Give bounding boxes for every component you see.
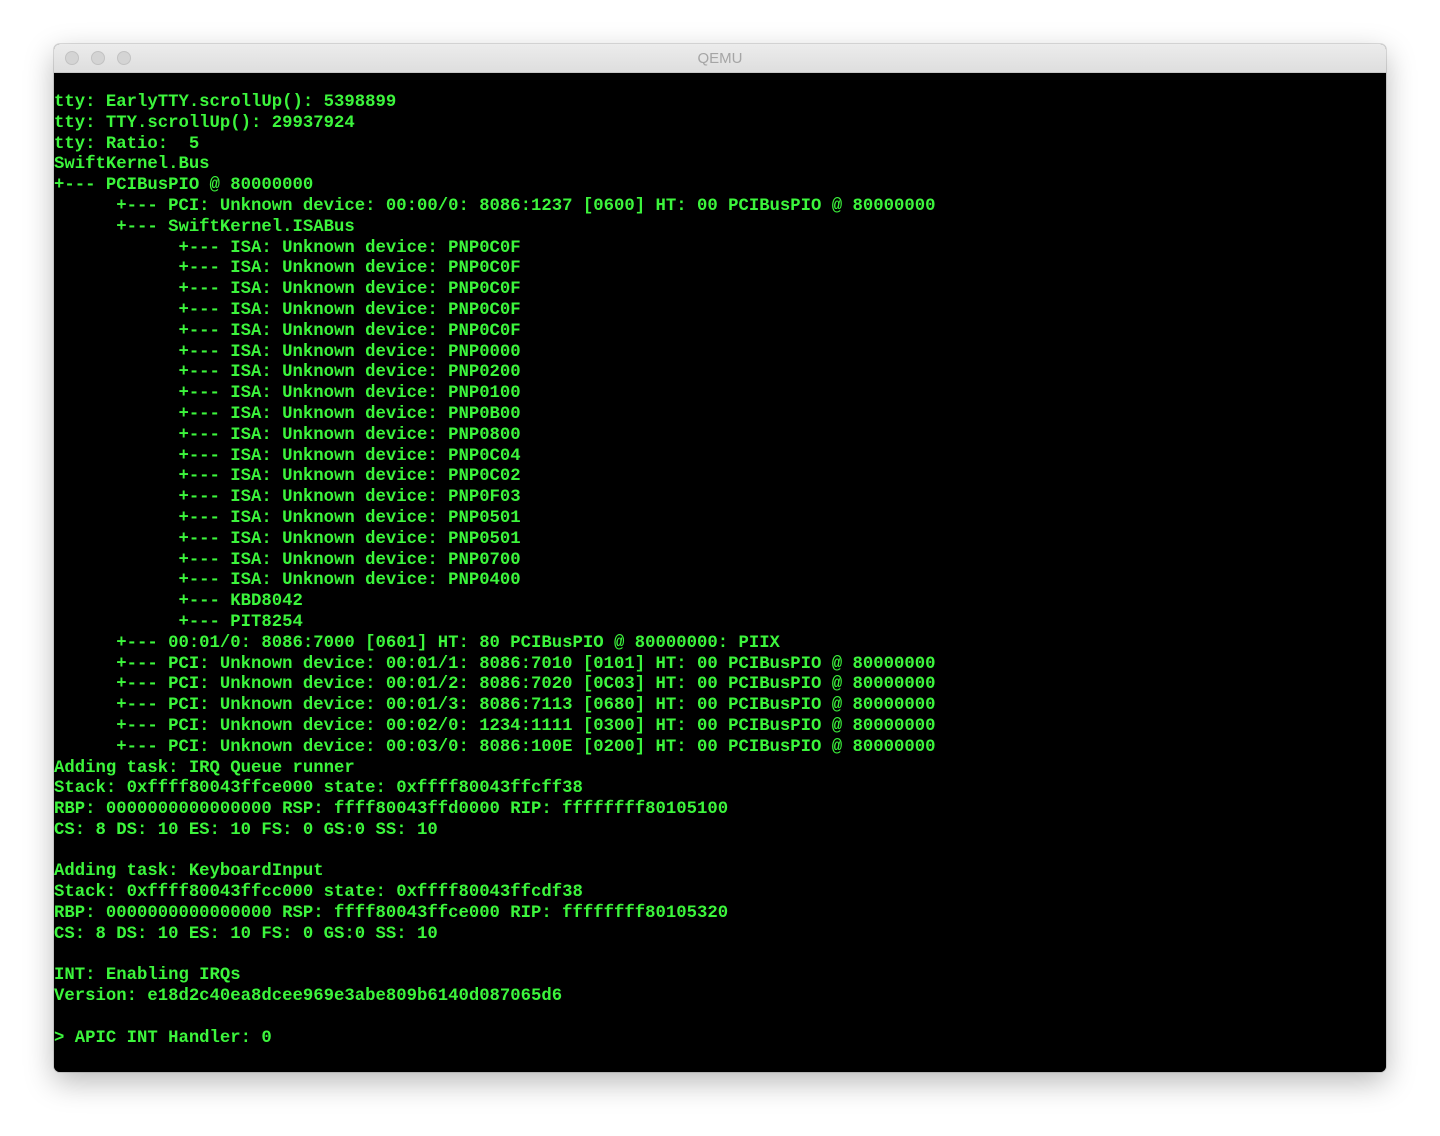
console-line: INT: Enabling IRQs xyxy=(54,966,241,986)
console-line: Stack: 0xffff80043ffce000 state: 0xffff8… xyxy=(54,779,583,799)
console-line: Stack: 0xffff80043ffcc000 state: 0xffff8… xyxy=(54,883,583,903)
console-line: > APIC INT Handler: 0 xyxy=(54,1028,272,1048)
console-line: +--- ISA: Unknown device: PNP0800 xyxy=(54,425,521,445)
console-line: +--- KBD8042 xyxy=(54,592,303,612)
emulator-screen[interactable]: tty: EarlyTTY.scrollUp(): 5398899 tty: TT… xyxy=(54,73,1386,1072)
console-line: +--- PCI: Unknown device: 00:02/0: 1234:… xyxy=(54,716,936,736)
console-line: Adding task: IRQ Queue runner xyxy=(54,758,355,778)
console-line: +--- PCI: Unknown device: 00:01/1: 8086:… xyxy=(54,654,936,674)
console-line: RBP: 0000000000000000 RSP: ffff80043ffd0… xyxy=(54,800,729,820)
console-line: +--- PCI: Unknown device: 00:00/0: 8086:… xyxy=(54,196,936,216)
console-line: SwiftKernel.Bus xyxy=(54,155,210,175)
console-line: +--- ISA: Unknown device: PNP0200 xyxy=(54,363,521,383)
console-line: +--- ISA: Unknown device: PNP0100 xyxy=(54,384,521,404)
console-line: +--- ISA: Unknown device: PNP0700 xyxy=(54,550,521,570)
console-line: CS: 8 DS: 10 ES: 10 FS: 0 GS:0 SS: 10 xyxy=(54,924,438,944)
console-line: +--- ISA: Unknown device: PNP0C0F xyxy=(54,300,521,320)
console-line: +--- ISA: Unknown device: PNP0C0F xyxy=(54,321,521,341)
console-line: CS: 8 DS: 10 ES: 10 FS: 0 GS:0 SS: 10 xyxy=(54,820,438,840)
console-output: tty: EarlyTTY.scrollUp(): 5398899 tty: TT… xyxy=(54,93,936,1050)
console-line: Adding task: KeyboardInput xyxy=(54,862,324,882)
console-line: +--- ISA: Unknown device: PNP0000 xyxy=(54,342,521,362)
console-line: tty: Ratio: 5 xyxy=(54,134,200,154)
console-line: RBP: 0000000000000000 RSP: ffff80043ffce… xyxy=(54,904,729,924)
console-line: +--- 00:01/0: 8086:7000 [0601] HT: 80 PC… xyxy=(54,633,780,653)
qemu-window: QEMU tty: EarlyTTY.scrollUp(): 5398899 tt… xyxy=(54,44,1386,1072)
console-line: +--- PCI: Unknown device: 00:01/3: 8086:… xyxy=(54,696,936,716)
console-line: tty: TTY.scrollUp(): 29937924 xyxy=(54,113,355,133)
console-line: +--- PCI: Unknown device: 00:01/2: 8086:… xyxy=(54,675,936,695)
console-line: +--- ISA: Unknown device: PNP0501 xyxy=(54,529,521,549)
window-titlebar[interactable]: QEMU xyxy=(54,44,1386,73)
console-line: +--- SwiftKernel.ISABus xyxy=(54,217,355,237)
console-line: +--- ISA: Unknown device: PNP0C04 xyxy=(54,446,521,466)
console-line: +--- ISA: Unknown device: PNP0400 xyxy=(54,571,521,591)
console-line: +--- PCIBusPIO @ 80000000 xyxy=(54,176,314,196)
console-line: +--- ISA: Unknown device: PNP0B00 xyxy=(54,404,521,424)
console-line: +--- ISA: Unknown device: PNP0F03 xyxy=(54,488,521,508)
console-line: tty: EarlyTTY.scrollUp(): 5398899 xyxy=(54,93,397,112)
console-line: +--- ISA: Unknown device: PNP0C0F xyxy=(54,238,521,258)
console-line: +--- ISA: Unknown device: PNP0501 xyxy=(54,508,521,528)
console-line: Version: e18d2c40ea8dcee969e3abe809b6140… xyxy=(54,987,563,1007)
console-line: +--- ISA: Unknown device: PNP0C0F xyxy=(54,259,521,279)
window-title: QEMU xyxy=(697,50,743,67)
console-line: +--- ISA: Unknown device: PNP0C0F xyxy=(54,280,521,300)
console-line: +--- PIT8254 xyxy=(54,612,303,632)
console-line: +--- PCI: Unknown device: 00:03/0: 8086:… xyxy=(54,737,936,757)
console-line: +--- ISA: Unknown device: PNP0C02 xyxy=(54,467,521,487)
